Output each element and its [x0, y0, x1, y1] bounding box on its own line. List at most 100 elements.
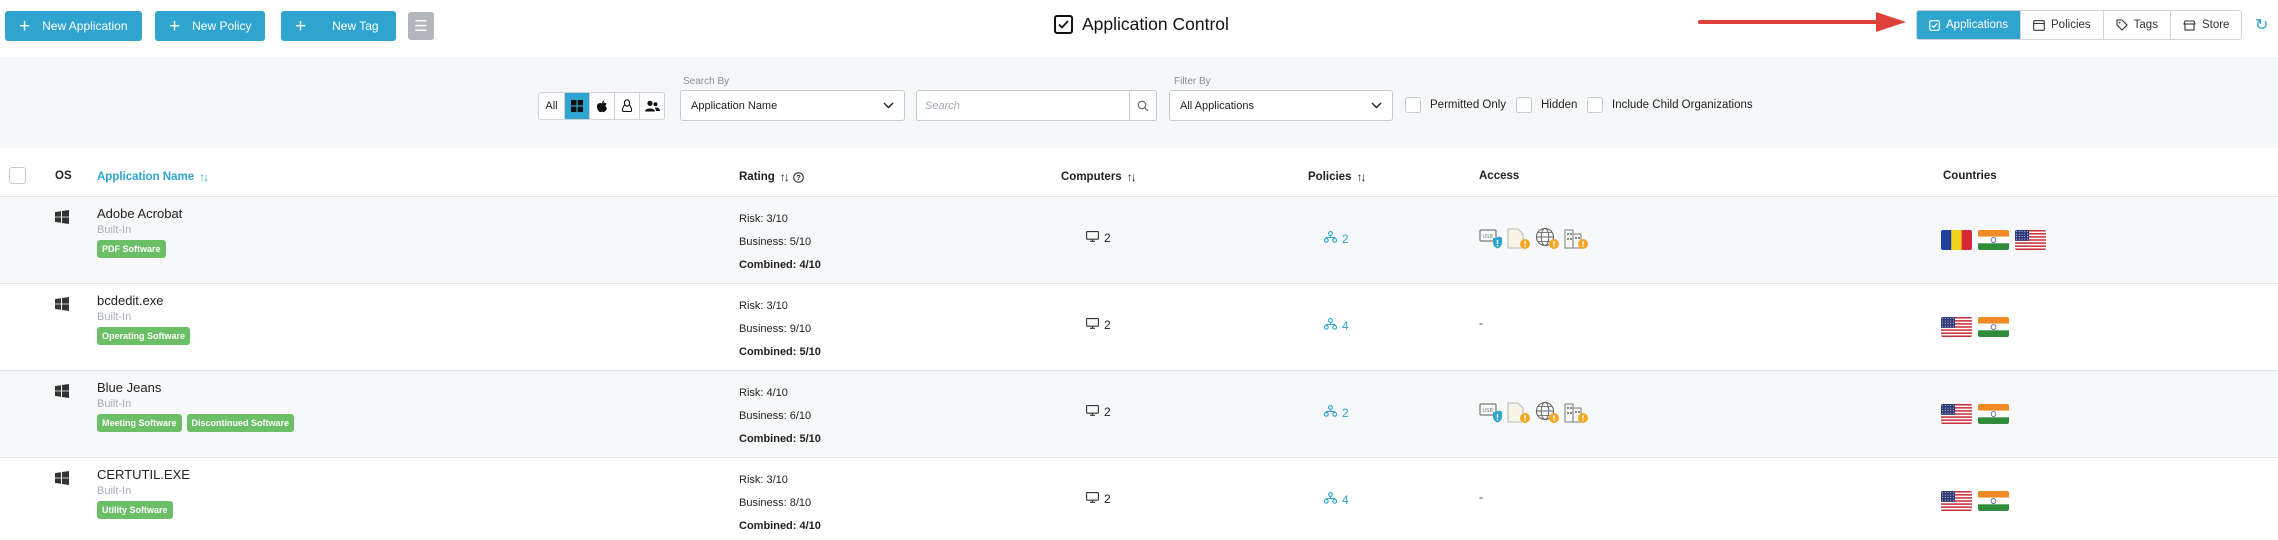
windows-icon: [55, 210, 69, 229]
sort-icon[interactable]: ↑↓: [199, 170, 209, 184]
os-filter-all-label: All: [545, 100, 558, 112]
policies-count[interactable]: 2: [1323, 405, 1349, 420]
combined-rating: Combined: 5/10: [739, 346, 821, 358]
combined-rating: Combined: 4/10: [739, 520, 821, 532]
new-policy-button[interactable]: + New Policy: [155, 11, 266, 41]
checkbox[interactable]: [1587, 97, 1603, 113]
category-tag[interactable]: Operating Software: [97, 327, 191, 345]
help-icon[interactable]: ?: [792, 171, 804, 183]
risk-rating: Risk: 3/10: [739, 474, 788, 486]
application-name[interactable]: Adobe Acrobat: [97, 206, 182, 221]
table-row[interactable]: bcdedit.exe Built-In Operating Software Ris…: [0, 284, 2278, 371]
rating: Risk: 3/10 Business: 8/10 Combined: 4/10: [739, 469, 821, 538]
risk-rating: Risk: 3/10: [739, 300, 788, 312]
access-icons: USB: [1479, 401, 1590, 430]
sort-icon[interactable]: ↑↓: [1127, 170, 1137, 184]
checkbox-icon: [1054, 15, 1073, 34]
computers-count[interactable]: 2: [1086, 231, 1111, 245]
header-policies-label: Policies: [1308, 171, 1352, 183]
header-computers-label: Computers: [1061, 171, 1122, 183]
tab-store[interactable]: Store: [2169, 11, 2242, 39]
sort-icon[interactable]: ↑↓: [780, 170, 790, 184]
policies-count[interactable]: 4: [1323, 492, 1349, 507]
globe-warning-icon[interactable]: [1535, 227, 1561, 256]
menu-button[interactable]: ☰: [408, 12, 434, 40]
building-warning-icon[interactable]: [1564, 227, 1590, 256]
new-application-button[interactable]: + New Application: [5, 11, 142, 41]
application-name[interactable]: bcdedit.exe: [97, 293, 164, 308]
include-child-organizations-checkbox[interactable]: Include Child Organizations: [1587, 97, 1753, 113]
header-rating[interactable]: Rating ↑↓ ?: [739, 170, 804, 184]
policy-tree-icon: [1323, 318, 1338, 333]
computers-count[interactable]: 2: [1086, 318, 1111, 332]
os-filter-windows[interactable]: [564, 93, 589, 119]
policies-value: 2: [1342, 405, 1349, 420]
store-icon: [2183, 19, 2196, 31]
category-tag[interactable]: Discontinued Software: [186, 414, 295, 432]
flag-us-icon: [1941, 491, 1972, 511]
policies-value: 4: [1342, 318, 1349, 333]
header-computers[interactable]: Computers ↑↓: [1061, 170, 1137, 184]
os-filter-users[interactable]: [639, 93, 664, 119]
windows-icon: [55, 384, 69, 403]
computers-count[interactable]: 2: [1086, 492, 1111, 506]
countries-flags: [1941, 317, 2009, 337]
table-row[interactable]: Blue Jeans Built-In Meeting Software Discon…: [0, 371, 2278, 458]
header-application-name[interactable]: Application Name ↑↓: [97, 170, 209, 184]
flag-us-icon: [2015, 230, 2046, 250]
computers-count[interactable]: 2: [1086, 405, 1111, 419]
tab-tags[interactable]: Tags: [2102, 11, 2170, 39]
combined-rating: Combined: 5/10: [739, 433, 821, 445]
policies-count[interactable]: 2: [1323, 231, 1349, 246]
countries-flags: [1941, 230, 2046, 250]
search-input[interactable]: [916, 90, 1130, 121]
search-by-select[interactable]: Application Name: [680, 90, 905, 121]
policies-count[interactable]: 4: [1323, 318, 1349, 333]
usb-shield-icon[interactable]: USB: [1479, 402, 1503, 429]
refresh-icon[interactable]: ↻: [2255, 15, 2268, 35]
checkbox[interactable]: [1516, 97, 1532, 113]
building-warning-icon[interactable]: [1564, 401, 1590, 430]
os-filter-apple[interactable]: [589, 93, 614, 119]
filter-by-select[interactable]: All Applications: [1169, 90, 1393, 121]
flag-ro-icon: [1941, 230, 1972, 250]
tag-list: Operating Software: [97, 327, 191, 345]
checkbox[interactable]: [1405, 97, 1421, 113]
rating: Risk: 3/10 Business: 9/10 Combined: 5/10: [739, 295, 821, 364]
header-policies[interactable]: Policies ↑↓: [1308, 170, 1366, 184]
svg-text:?: ?: [796, 173, 801, 182]
sort-icon[interactable]: ↑↓: [1356, 170, 1366, 184]
monitor-icon: [1086, 405, 1099, 419]
tab-policies[interactable]: Policies: [2020, 11, 2103, 39]
category-tag[interactable]: Meeting Software: [97, 414, 182, 432]
hidden-label: Hidden: [1541, 99, 1578, 111]
page-title: Application Control: [1054, 14, 1229, 35]
file-warning-icon[interactable]: [1506, 227, 1532, 256]
os-filter-all[interactable]: All: [539, 93, 564, 119]
chevron-down-icon: [1371, 102, 1382, 109]
linux-icon: [621, 99, 633, 113]
usb-shield-icon[interactable]: USB: [1479, 228, 1503, 255]
os-filter-linux[interactable]: [614, 93, 639, 119]
application-name[interactable]: CERTUTIL.EXE: [97, 467, 190, 482]
application-name[interactable]: Blue Jeans: [97, 380, 161, 395]
tag-icon: [2116, 19, 2128, 31]
table-row[interactable]: CERTUTIL.EXE Built-In Utility Software Risk…: [0, 458, 2278, 540]
application-source: Built-In: [97, 311, 132, 323]
tab-applications[interactable]: Applications: [1917, 11, 2021, 39]
new-application-label: New Application: [42, 19, 128, 33]
globe-warning-icon[interactable]: [1535, 401, 1561, 430]
windows-icon: [55, 471, 69, 490]
tab-applications-label: Applications: [1946, 19, 2009, 31]
hidden-checkbox[interactable]: Hidden: [1516, 97, 1577, 113]
select-all-checkbox[interactable]: [9, 167, 26, 184]
windows-icon: [571, 100, 583, 112]
new-tag-button[interactable]: + New Tag: [281, 11, 396, 41]
table-row[interactable]: Adobe Acrobat Built-In PDF Software Risk: 3…: [0, 197, 2278, 284]
search-button[interactable]: [1129, 90, 1157, 121]
category-tag[interactable]: PDF Software: [97, 240, 166, 258]
file-warning-icon[interactable]: [1506, 401, 1532, 430]
category-tag[interactable]: Utility Software: [97, 501, 173, 519]
permitted-only-checkbox[interactable]: Permitted Only: [1405, 97, 1506, 113]
rating: Risk: 3/10 Business: 5/10 Combined: 4/10: [739, 208, 821, 277]
